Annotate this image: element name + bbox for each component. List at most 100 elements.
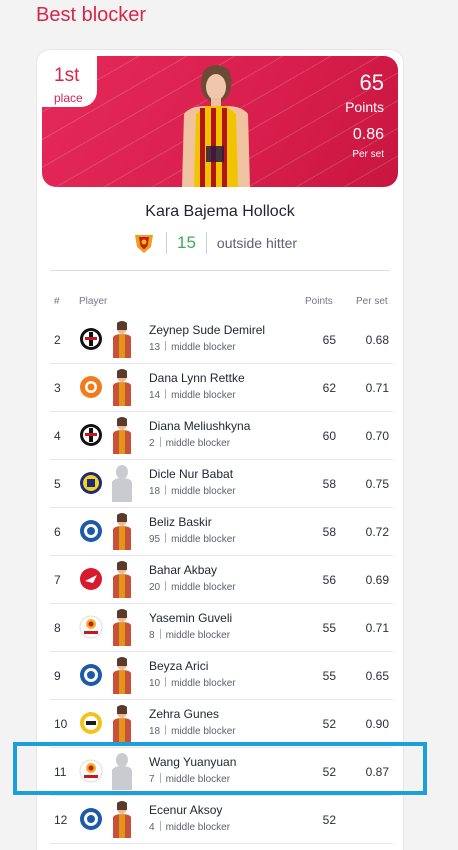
row-player-name[interactable]: Dana Lynn Rettke [149, 371, 245, 385]
separator [165, 677, 167, 687]
row-per-set: 0.90 [365, 717, 389, 731]
jersey-number: 15 [177, 233, 196, 252]
separator [165, 485, 167, 495]
row-jersey-number: 4 [149, 822, 155, 833]
separator [205, 232, 207, 254]
row-player-name[interactable]: Bahar Akbay [149, 563, 217, 577]
row-position: middle blocker [171, 678, 236, 689]
separator [165, 725, 167, 735]
row-player-name[interactable]: Beliz Baskir [149, 515, 212, 529]
row-points: 62 [322, 381, 336, 395]
player-photo [113, 801, 131, 838]
header-points[interactable]: Points [305, 296, 333, 307]
row-player-meta: 2 middle blocker [149, 437, 230, 449]
row-per-set: 0.65 [365, 669, 389, 683]
row-rank: 3 [54, 381, 61, 395]
separator [159, 821, 161, 831]
separator [165, 533, 167, 543]
row-player-name[interactable]: Yasemin Guveli [149, 611, 232, 625]
row-player-name[interactable]: Dicle Nur Babat [149, 467, 233, 481]
table-row[interactable]: 8 Yasemin Guveli 8 middle blocker 55 0.71 [50, 604, 393, 652]
row-player-meta: 14 middle blocker [149, 389, 236, 401]
row-player-meta: 18 middle blocker [149, 485, 236, 497]
row-points: 65 [322, 333, 336, 347]
table-row[interactable]: 12 Ecenur Aksoy 4 middle blocker 52 [50, 796, 393, 844]
row-player-name[interactable]: Ecenur Aksoy [149, 803, 222, 817]
row-per-set: 0.75 [365, 477, 389, 491]
selection-highlight [13, 742, 427, 795]
row-rank: 6 [54, 525, 61, 539]
besiktas-logo-icon [80, 328, 102, 350]
player-silhouette [112, 465, 132, 502]
row-player-meta: 4 middle blocker [149, 821, 230, 833]
top-points: 65 [359, 70, 384, 95]
fenerbahce-logo-icon [80, 472, 102, 494]
player-photo [113, 705, 131, 742]
header-rank: # [54, 296, 60, 307]
player-photo [113, 657, 131, 694]
player-position: outside hitter [216, 235, 298, 251]
header-per-set[interactable]: Per set [356, 296, 388, 307]
row-points: 56 [322, 573, 336, 587]
row-per-set: 0.71 [365, 621, 389, 635]
table-row[interactable]: 7 Bahar Akbay 20 middle blocker 56 0.69 [50, 556, 393, 604]
row-per-set: 0.68 [365, 333, 389, 347]
eczacibasi-logo-icon [80, 376, 102, 398]
row-jersey-number: 2 [149, 438, 155, 449]
table-row[interactable]: 5 Dicle Nur Babat 18 middle blocker 58 0.75 [50, 460, 393, 508]
thy-logo-icon [80, 568, 102, 590]
row-rank: 8 [54, 621, 61, 635]
row-player-name[interactable]: Zeynep Sude Demirel [149, 323, 265, 337]
row-points: 58 [322, 525, 336, 539]
table-row[interactable]: 10 Zehra Gunes 18 middle blocker 52 0.90 [50, 700, 393, 748]
table-row[interactable]: 6 Beliz Baskir 95 middle blocker 58 0.72 [50, 508, 393, 556]
top-player-photo [182, 65, 250, 187]
row-player-name[interactable]: Diana Meliushkyna [149, 419, 250, 433]
separator [165, 389, 167, 399]
separator [166, 232, 167, 254]
row-rank: 2 [54, 333, 61, 347]
player-photo [113, 369, 131, 406]
row-jersey-number: 14 [149, 390, 161, 401]
table-row[interactable]: 9 Beyza Arici 10 middle blocker 55 0.65 [50, 652, 393, 700]
row-rank: 4 [54, 429, 61, 443]
galatasaray-logo-icon [79, 615, 103, 639]
row-rank: 7 [54, 573, 61, 587]
row-jersey-number: 20 [149, 582, 161, 593]
row-position: middle blocker [165, 630, 231, 641]
table-row[interactable]: 2 Zeynep Sude Demirel 13 middle blocker 65 0.… [50, 316, 393, 364]
separator [165, 581, 167, 591]
top-player-name[interactable]: Kara Bajema Hollock [0, 203, 440, 221]
page-title: Best blocker [36, 4, 147, 26]
row-rank: 9 [54, 669, 61, 683]
row-jersey-number: 18 [149, 726, 161, 737]
top-per-set: 0.86 [352, 126, 384, 143]
row-position: middle blocker [171, 534, 236, 545]
besiktas-logo-icon [80, 424, 102, 446]
table-row[interactable]: 3 Dana Lynn Rettke 14 middle blocker 62 0.71 [50, 364, 393, 412]
row-player-meta: 8 middle blocker [149, 629, 230, 641]
row-jersey-number: 18 [149, 486, 161, 497]
row-player-name[interactable]: Beyza Arici [149, 659, 208, 673]
team-logo-icon [80, 520, 102, 542]
row-player-name[interactable]: Zehra Gunes [149, 707, 219, 721]
row-points: 52 [322, 717, 336, 731]
row-position: middle blocker [171, 582, 236, 593]
row-jersey-number: 8 [149, 630, 155, 641]
row-player-meta: 20 middle blocker [149, 581, 236, 593]
row-rank: 10 [54, 717, 68, 731]
team-logo-icon [80, 808, 102, 830]
separator [159, 437, 161, 447]
separator [159, 629, 161, 639]
row-points: 55 [322, 621, 336, 635]
row-position: middle blocker [171, 726, 236, 737]
row-per-set: 0.70 [365, 429, 389, 443]
row-jersey-number: 13 [149, 342, 161, 353]
table-row[interactable]: 4 Diana Meliushkyna 2 middle blocker 60 0.70 [50, 412, 393, 460]
player-photo [113, 609, 131, 646]
row-player-meta: 18 middle blocker [149, 725, 236, 737]
row-jersey-number: 10 [149, 678, 161, 689]
top-player-meta: 15 outside hitter [132, 231, 297, 255]
row-per-set: 0.72 [365, 525, 389, 539]
team-logo-icon [80, 664, 102, 686]
